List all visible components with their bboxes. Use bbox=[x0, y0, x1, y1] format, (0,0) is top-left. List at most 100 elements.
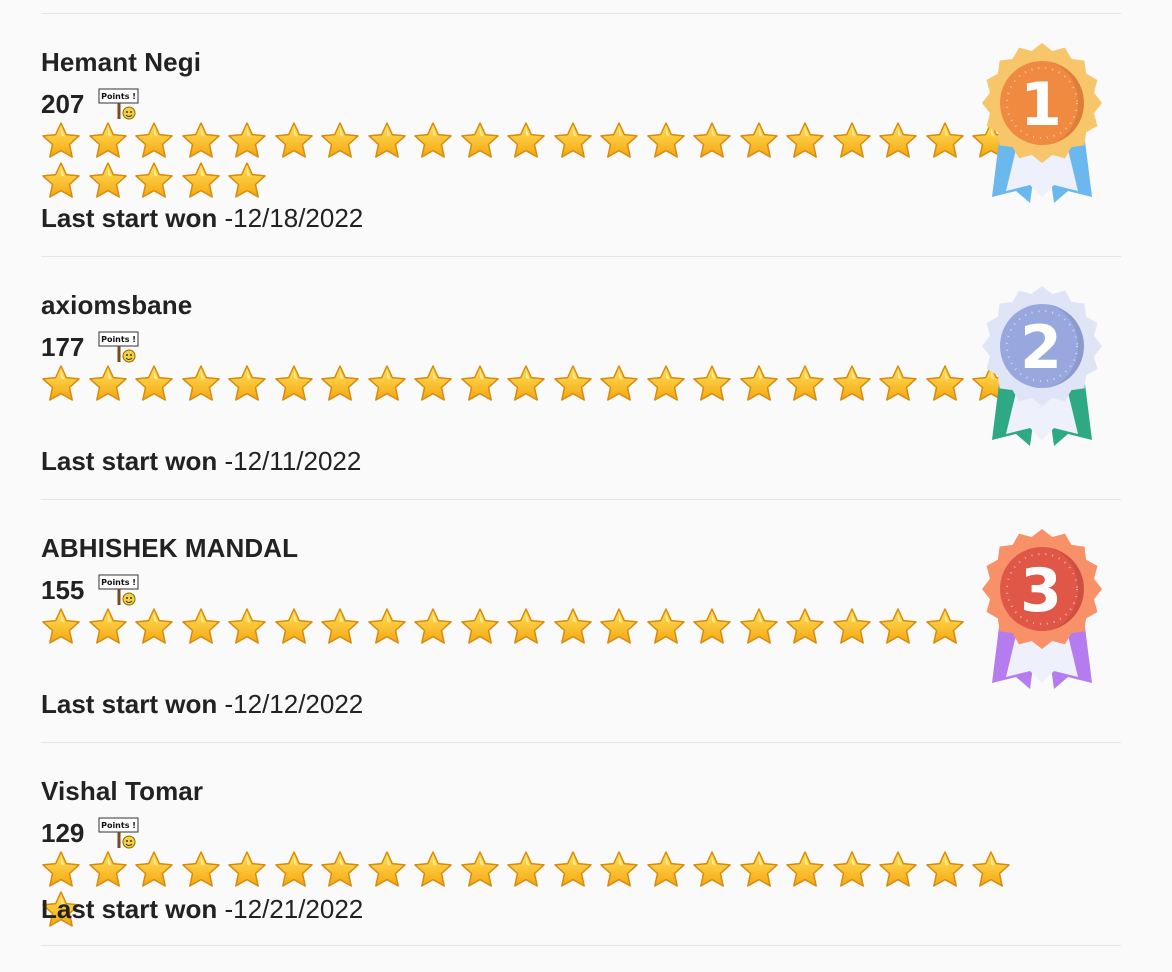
points-sign-icon: Points ! bbox=[98, 88, 140, 120]
star-icon bbox=[460, 364, 507, 404]
star-icon bbox=[320, 850, 367, 890]
star-icon bbox=[41, 364, 88, 404]
star-icon bbox=[925, 121, 972, 161]
star-icon bbox=[925, 607, 972, 647]
leaderboard-entry: ABHISHEK MANDAL 155 Points ! Last start won… bbox=[41, 499, 1121, 743]
star-icon bbox=[692, 850, 739, 890]
last-won-date: -12/11/2022 bbox=[224, 446, 362, 476]
star-icon bbox=[134, 364, 181, 404]
last-won-label: Last start won bbox=[41, 446, 218, 476]
star-icon bbox=[692, 121, 739, 161]
star-icon bbox=[41, 607, 88, 647]
star-icon bbox=[367, 121, 414, 161]
star-icon bbox=[971, 850, 1018, 890]
points-value: 207 bbox=[41, 88, 85, 119]
star-icon bbox=[599, 121, 646, 161]
star-icon bbox=[320, 607, 367, 647]
star-icon bbox=[134, 607, 181, 647]
star-icon bbox=[739, 364, 786, 404]
star-icon bbox=[413, 850, 460, 890]
rank-3-medal-icon: 3 bbox=[978, 527, 1106, 689]
star-icon bbox=[785, 364, 832, 404]
star-icon bbox=[274, 850, 321, 890]
last-won-label: Last start won bbox=[41, 689, 218, 719]
star-icon bbox=[460, 121, 507, 161]
points-row: 207 Points ! bbox=[41, 87, 140, 121]
last-won: Last start won -12/18/2022 bbox=[41, 203, 363, 234]
star-icon bbox=[367, 607, 414, 647]
star-icon bbox=[785, 121, 832, 161]
star-icon bbox=[506, 121, 553, 161]
star-icon bbox=[274, 364, 321, 404]
star-icon bbox=[646, 850, 693, 890]
star-rating bbox=[41, 364, 1061, 404]
svg-text:3: 3 bbox=[1020, 556, 1062, 626]
star-icon bbox=[599, 607, 646, 647]
star-icon bbox=[413, 121, 460, 161]
rank-2-medal-icon: 2 bbox=[978, 284, 1106, 446]
player-name: Vishal Tomar bbox=[41, 776, 204, 806]
points-row: 177 Points ! bbox=[41, 330, 140, 364]
star-icon bbox=[227, 850, 274, 890]
star-icon bbox=[320, 121, 367, 161]
last-won: Last start won -12/21/2022 bbox=[41, 894, 363, 925]
star-icon bbox=[413, 364, 460, 404]
last-won-date: -12/18/2022 bbox=[224, 203, 364, 233]
star-icon bbox=[785, 607, 832, 647]
star-icon bbox=[88, 607, 135, 647]
star-icon bbox=[320, 364, 367, 404]
star-icon bbox=[553, 364, 600, 404]
star-icon bbox=[413, 607, 460, 647]
star-icon bbox=[878, 850, 925, 890]
star-icon bbox=[646, 364, 693, 404]
star-icon bbox=[553, 850, 600, 890]
star-icon bbox=[41, 121, 88, 161]
svg-text:Points !: Points ! bbox=[101, 92, 136, 101]
leaderboard-entry: Hemant Negi 207 Points ! Last start won -12… bbox=[41, 13, 1121, 257]
star-icon bbox=[785, 850, 832, 890]
rank-1-medal-icon: 1 bbox=[978, 41, 1106, 203]
star-icon bbox=[88, 161, 135, 201]
svg-text:Points !: Points ! bbox=[101, 578, 136, 587]
star-icon bbox=[274, 607, 321, 647]
star-icon bbox=[878, 364, 925, 404]
star-icon bbox=[599, 364, 646, 404]
star-icon bbox=[367, 850, 414, 890]
star-icon bbox=[88, 850, 135, 890]
points-sign-icon: Points ! bbox=[98, 331, 140, 363]
star-icon bbox=[553, 607, 600, 647]
last-won: Last start won -12/12/2022 bbox=[41, 689, 363, 720]
last-won-label: Last start won bbox=[41, 203, 218, 233]
star-icon bbox=[88, 364, 135, 404]
star-icon bbox=[832, 607, 879, 647]
star-icon bbox=[227, 607, 274, 647]
points-value: 177 bbox=[41, 331, 85, 362]
star-icon bbox=[227, 121, 274, 161]
star-icon bbox=[739, 850, 786, 890]
leaderboard-entry: axiomsbane 177 Points ! Last start won -12/… bbox=[41, 256, 1121, 500]
last-won: Last start won -12/11/2022 bbox=[41, 446, 361, 477]
star-icon bbox=[878, 121, 925, 161]
points-value: 129 bbox=[41, 817, 85, 848]
star-icon bbox=[460, 607, 507, 647]
player-name: axiomsbane bbox=[41, 290, 193, 320]
star-icon bbox=[692, 607, 739, 647]
points-sign-icon: Points ! bbox=[98, 574, 140, 606]
points-row: 155 Points ! bbox=[41, 573, 140, 607]
star-rating bbox=[41, 607, 1061, 647]
star-icon bbox=[506, 364, 553, 404]
points-row: 129 Points ! bbox=[41, 816, 140, 850]
star-icon bbox=[832, 850, 879, 890]
star-icon bbox=[506, 850, 553, 890]
svg-text:Points !: Points ! bbox=[101, 821, 136, 830]
star-icon bbox=[181, 364, 228, 404]
star-icon bbox=[88, 121, 135, 161]
star-icon bbox=[181, 121, 228, 161]
star-icon bbox=[367, 364, 414, 404]
star-icon bbox=[878, 607, 925, 647]
player-name: ABHISHEK MANDAL bbox=[41, 533, 299, 563]
star-icon bbox=[832, 121, 879, 161]
star-icon bbox=[506, 607, 553, 647]
star-icon bbox=[646, 607, 693, 647]
star-icon bbox=[134, 850, 181, 890]
